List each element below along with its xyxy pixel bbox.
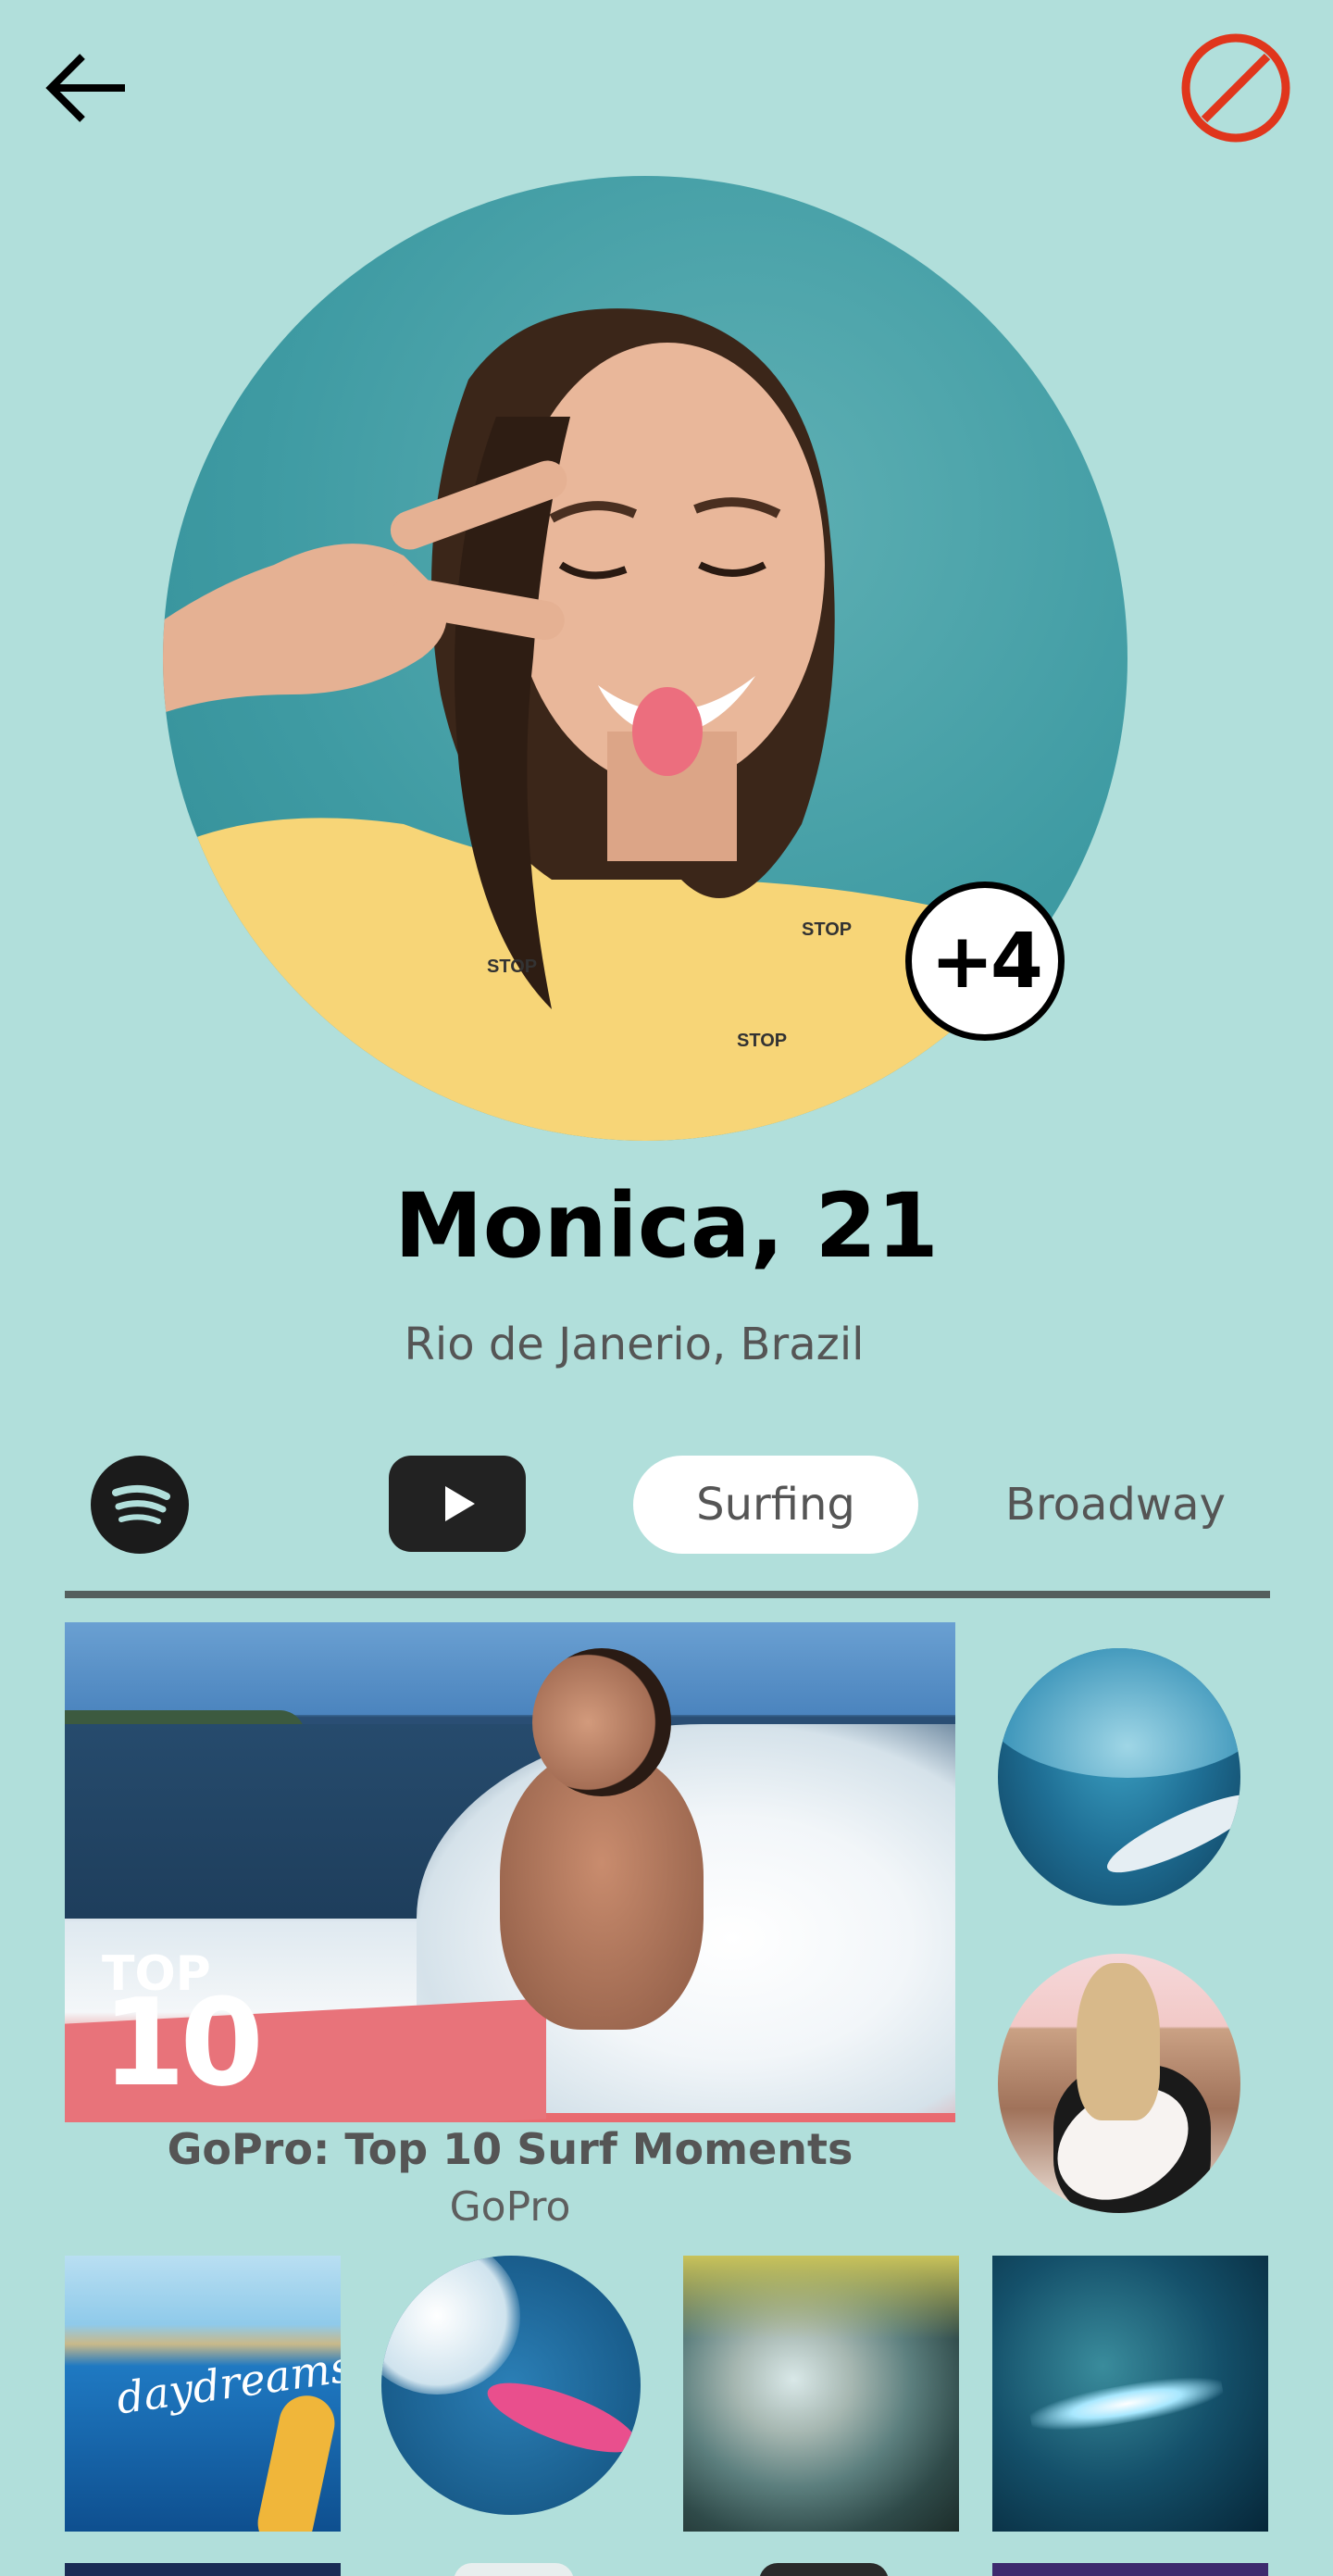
svg-text:STOP: STOP (487, 957, 537, 977)
video-thumbnail-daydreams[interactable]: daydreams (65, 2256, 341, 2532)
surfboard (480, 2369, 641, 2467)
tab-spotify[interactable] (91, 1456, 189, 1554)
sky (65, 1622, 955, 1715)
video-thumbnail-surfer-pink-board[interactable] (381, 2256, 641, 2515)
top-10-overlay: TOP 10 (102, 1950, 264, 2113)
youtube-play-icon (445, 1486, 475, 1521)
block-icon (1181, 33, 1290, 143)
svg-text:STOP: STOP (737, 1031, 787, 1051)
featured-video-title[interactable]: GoPro: Top 10 Surf Moments (65, 2124, 955, 2174)
next-row-thumbnail[interactable] (759, 2563, 889, 2576)
featured-video-thumbnail[interactable]: TOP 10 (65, 1622, 955, 2122)
video-thumbnail-barrel-wave[interactable] (683, 2256, 959, 2532)
light-streak (1028, 2369, 1226, 2439)
foam (381, 2256, 520, 2395)
tabs-divider (65, 1591, 1270, 1598)
next-row-thumbnail[interactable] (992, 2563, 1268, 2576)
more-photos-badge[interactable]: +4 (905, 882, 1065, 1041)
profile-name: Monica, 21 (394, 1174, 939, 1278)
surfboard (1099, 1781, 1240, 1886)
next-row-thumbnail[interactable] (454, 2563, 574, 2576)
wave (998, 1648, 1240, 1778)
spotify-icon (112, 1484, 170, 1524)
block-button[interactable] (1176, 28, 1296, 148)
back-button[interactable] (37, 37, 139, 139)
svg-text:STOP: STOP (802, 919, 852, 940)
hair (1077, 1963, 1160, 2120)
tab-surfing[interactable]: Surfing (633, 1456, 918, 1554)
arrow-left-icon (45, 54, 125, 122)
surfboard (252, 2390, 341, 2532)
surfer-head (532, 1648, 671, 1796)
featured-video-channel[interactable]: GoPro (65, 2183, 955, 2231)
tab-broadway[interactable]: Broadway (981, 1456, 1250, 1554)
profile-location: Rio de Janerio, Brazil (404, 1319, 865, 1370)
video-thumbnail-beach-surfer[interactable] (998, 1954, 1240, 2213)
top-10-overlay-number: 10 (102, 1971, 264, 2113)
video-thumbnail-night-surf[interactable] (992, 2256, 1268, 2532)
tab-youtube[interactable] (389, 1456, 526, 1552)
next-row-thumbnail[interactable] (65, 2563, 341, 2576)
video-thumbnail-underwater-surfer[interactable] (998, 1648, 1240, 1906)
sunlight (683, 2256, 959, 2339)
more-photos-count: +4 (930, 917, 1043, 1006)
